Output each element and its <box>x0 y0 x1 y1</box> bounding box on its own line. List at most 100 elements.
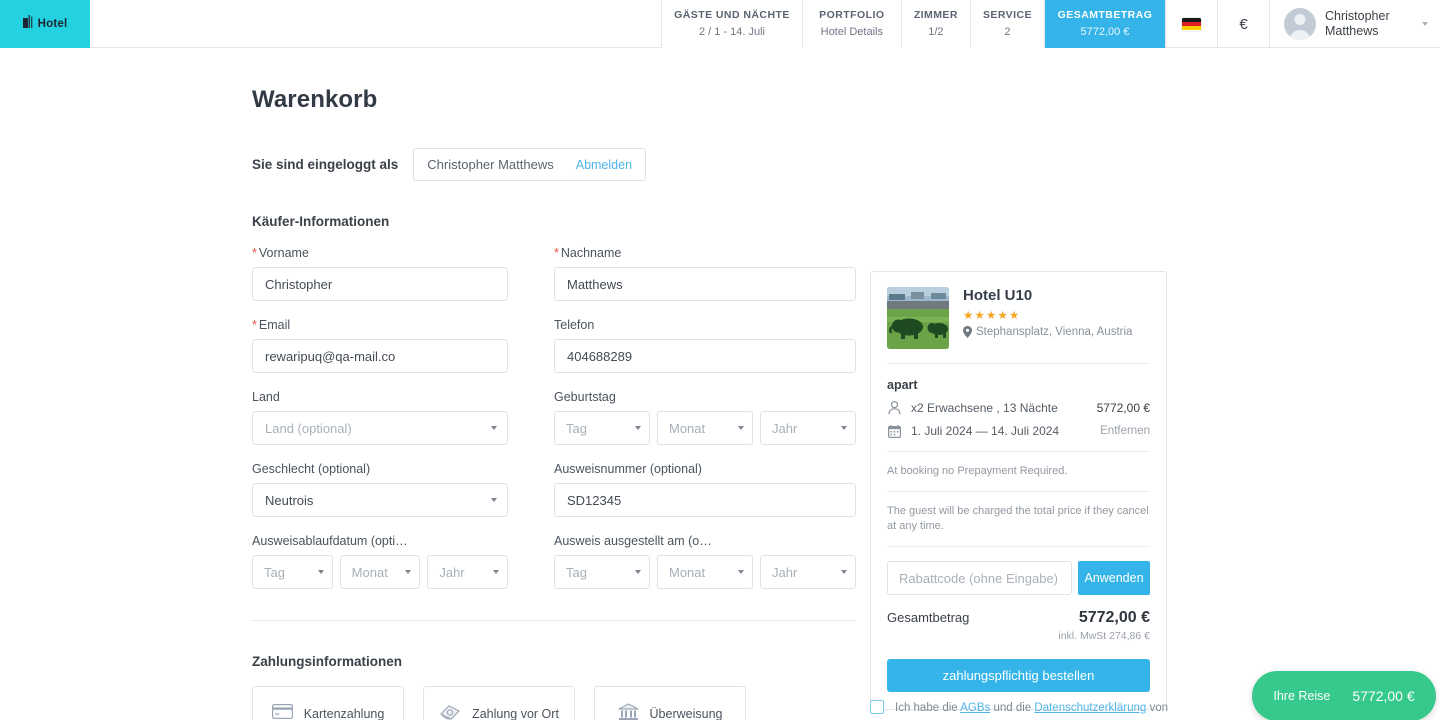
currency-selector[interactable]: € <box>1217 0 1269 48</box>
guests-text: x2 Erwachsene , 13 Nächte <box>911 401 1058 415</box>
summary-divider <box>887 491 1150 492</box>
chevron-down-icon <box>635 426 641 430</box>
chevron-down-icon <box>841 570 847 574</box>
form-row-contact: * Email rewaripuq@qa-mail.co Telefon 4046… <box>252 318 856 373</box>
remove-item-link[interactable]: Entfernen <box>1100 425 1150 437</box>
top-header: Hotel GÄSTE UND NÄCHTE 2 / 1 - 14. Juli … <box>0 0 1440 48</box>
id-issued-year-select[interactable]: Jahr <box>760 555 856 589</box>
bank-icon <box>617 702 639 720</box>
field-email: * Email rewaripuq@qa-mail.co <box>252 318 554 373</box>
tab-portfolio[interactable]: PORTFOLIO Hotel Details <box>801 0 901 48</box>
login-user-box: Christopher Matthews Abmelden <box>413 148 647 181</box>
field-last-name: * Nachname Matthews <box>554 246 856 301</box>
gender-select[interactable]: Neutrois <box>252 483 508 517</box>
form-divider <box>252 620 856 621</box>
building-icon <box>22 15 34 33</box>
id-number-input[interactable]: SD12345 <box>554 483 856 517</box>
hotel-name: Hotel U10 <box>963 287 1033 304</box>
id-expiry-year-select[interactable]: Jahr <box>427 555 509 589</box>
tab-rooms-value: 1/2 <box>928 25 944 38</box>
field-first-name: * Vorname Christopher <box>252 246 554 301</box>
promo-code-input[interactable]: Rabattcode (ohne Eingabe) <box>887 561 1072 595</box>
payment-method-card[interactable]: Zahlung vor Ort <box>423 686 575 720</box>
app-logo[interactable]: Hotel <box>0 0 90 48</box>
payment-method-list: Kartenzahlung Zahlung vor Ort Überweisun… <box>252 686 856 720</box>
tab-service-value: 2 <box>1004 25 1011 38</box>
terms-text: Ich habe die AGBs und die Datenschutzerk… <box>895 698 1170 720</box>
hotel-header: Hotel U10 ★★★★★ Stephansplatz, Vienna, A… <box>887 287 1150 349</box>
field-id-issued: Ausweis ausgestellt am (o… Tag Monat Jah… <box>554 534 856 589</box>
phone-input[interactable]: 404688289 <box>554 339 856 373</box>
prepayment-note: At booking no Prepayment Required. <box>887 465 1068 477</box>
id-expiry-day-select[interactable]: Tag <box>252 555 333 589</box>
cancellation-note: The guest will be charged the total pric… <box>887 505 1149 532</box>
user-avatar-icon <box>1284 8 1316 40</box>
summary-divider <box>887 363 1150 364</box>
id-issued-month-select[interactable]: Monat <box>657 555 753 589</box>
id-issued-day-value: Tag <box>566 564 587 580</box>
payment-method-card[interactable]: Kartenzahlung <box>252 686 404 720</box>
email-input[interactable]: rewaripuq@qa-mail.co <box>252 339 508 373</box>
country-select[interactable]: Land (optional) <box>252 411 508 445</box>
language-selector[interactable] <box>1165 0 1217 48</box>
last-name-label: * Nachname <box>554 246 622 260</box>
calendar-icon <box>887 424 902 438</box>
chevron-down-icon <box>317 570 324 574</box>
apply-promo-button[interactable]: Anwenden <box>1078 561 1150 595</box>
birthday-day-select[interactable]: Tag <box>554 411 650 445</box>
field-birthday: Geburtstag Tag Monat Jahr <box>554 390 856 445</box>
email-label: * Email <box>252 318 291 332</box>
id-issued-month-value: Monat <box>669 564 706 580</box>
chevron-down-icon <box>493 570 500 574</box>
terms-checkbox[interactable] <box>870 700 884 714</box>
tab-guests-nights-value: 2 / 1 - 14. Juli <box>698 25 765 38</box>
tab-guests-nights[interactable]: GÄSTE UND NÄCHTE 2 / 1 - 14. Juli <box>661 0 802 48</box>
tab-guests-nights-label: GÄSTE UND NÄCHTE <box>674 9 790 22</box>
login-status-label: Sie sind eingeloggt als <box>252 157 399 172</box>
credit-card-icon <box>271 704 293 720</box>
birthday-label: Geburtstag <box>554 390 616 404</box>
payment-info-heading: Zahlungsinformationen <box>252 654 402 669</box>
id-issued-day-select[interactable]: Tag <box>554 555 650 589</box>
birthday-month-select[interactable]: Monat <box>657 411 753 445</box>
form-row-names: * Vorname Christopher * Nachname Matthews <box>252 246 856 301</box>
buyer-info-heading: Käufer-Informationen <box>252 214 390 229</box>
tab-service[interactable]: SERVICE 2 <box>969 0 1044 48</box>
field-country: Land Land (optional) <box>252 390 554 445</box>
dates-text: 1. Juli 2024 — 14. Juli 2024 <box>911 424 1060 438</box>
id-number-label: Ausweisnummer (optional) <box>554 462 702 476</box>
logout-link[interactable]: Abmelden <box>576 158 632 172</box>
rate-plan-name: apart <box>887 378 918 392</box>
hotel-location: Stephansplatz, Vienna, Austria <box>963 325 1132 343</box>
chevron-down-icon <box>1422 22 1428 26</box>
id-expiry-month-select[interactable]: Monat <box>339 555 421 589</box>
tab-total-amount[interactable]: GESAMTBETRAG 5772,00 € <box>1044 0 1165 48</box>
gender-label: Geschlecht (optional) <box>252 462 371 476</box>
hotel-photo-thumbnail <box>887 287 949 349</box>
your-trip-fab[interactable]: Ihre Reise 5772,00 € <box>1252 671 1436 720</box>
birthday-day-value: Tag <box>566 420 587 436</box>
id-issued-label: Ausweis ausgestellt am (o… <box>554 534 712 548</box>
terms-prefix: Ich habe die <box>895 702 961 714</box>
user-menu[interactable]: Christopher Matthews <box>1269 0 1440 48</box>
birthday-year-select[interactable]: Jahr <box>760 411 856 445</box>
first-name-label: * Vorname <box>252 246 309 260</box>
tab-rooms[interactable]: ZIMMER 1/2 <box>900 0 970 48</box>
agb-link[interactable]: AGBs <box>960 702 990 714</box>
place-order-button[interactable]: zahlungspflichtig bestellen <box>887 659 1150 692</box>
last-name-input[interactable]: Matthews <box>554 267 856 301</box>
field-gender: Geschlecht (optional) Neutrois <box>252 462 554 517</box>
page-title: Warenkorb <box>252 86 378 113</box>
booking-summary-card: Hotel U10 ★★★★★ Stephansplatz, Vienna, A… <box>870 271 1167 710</box>
payment-method-card[interactable]: Überweisung <box>594 686 746 720</box>
guests-line: x2 Erwachsene , 13 Nächte 5772,00 € <box>887 401 1150 415</box>
first-name-input[interactable]: Christopher <box>252 267 508 301</box>
your-trip-label: Ihre Reise <box>1273 689 1331 703</box>
total-row: Gesamtbetrag 5772,00 € <box>887 609 1150 627</box>
phone-label: Telefon <box>554 318 595 332</box>
booking-steps-nav: GÄSTE UND NÄCHTE 2 / 1 - 14. Juli PORTFO… <box>661 0 1165 48</box>
total-label: Gesamtbetrag <box>887 610 970 625</box>
country-select-value: Land (optional) <box>265 420 352 436</box>
dates-line: 1. Juli 2024 — 14. Juli 2024 Entfernen <box>887 424 1150 438</box>
privacy-link[interactable]: Datenschutzerklärung <box>1034 702 1146 714</box>
